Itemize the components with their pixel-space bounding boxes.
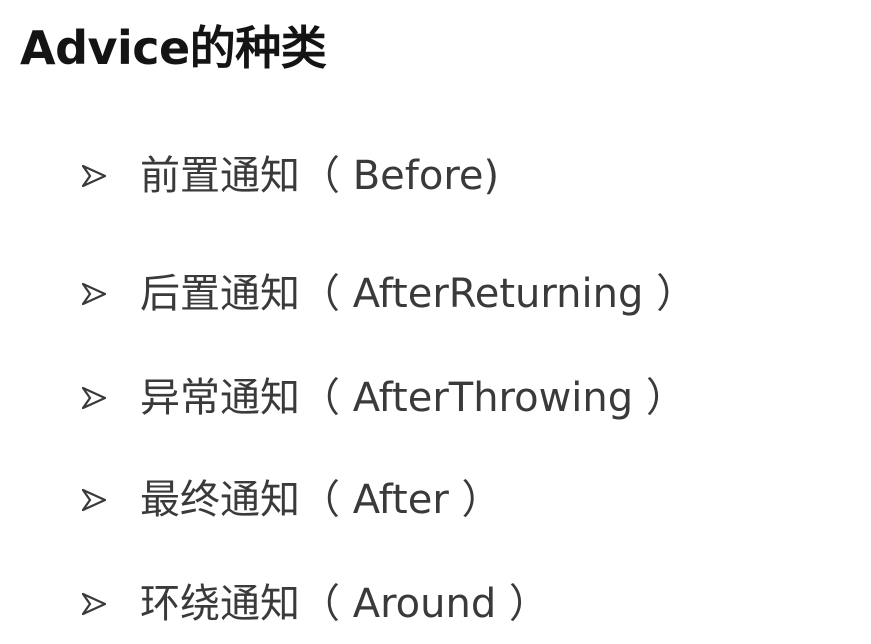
arrowhead-bullet-icon xyxy=(82,387,106,409)
arrowhead-bullet-icon xyxy=(82,489,106,511)
arrowhead-bullet-icon xyxy=(82,593,106,615)
list-item-label: 最终通知（ After ） xyxy=(140,477,502,523)
list-item-before: 前置通知（ Before) xyxy=(82,144,499,208)
list-item-label: 环绕通知（ Around ） xyxy=(140,581,549,627)
arrowhead-bullet-icon xyxy=(82,165,106,187)
list-item-after: 最终通知（ After ） xyxy=(82,468,501,532)
list-item-after-throwing: 异常通知（ AfterThrowing ） xyxy=(82,366,686,430)
page-title: Advice的种类 xyxy=(20,21,327,75)
list-item-label: 异常通知（ AfterThrowing ） xyxy=(140,375,686,421)
slide: Advice的种类 前置通知（ Before) 后置通知（ AfterRetur… xyxy=(0,0,871,644)
list-item-label: 后置通知（ AfterReturning ） xyxy=(140,271,697,317)
list-item-around: 环绕通知（ Around ） xyxy=(82,572,549,636)
list-item-after-returning: 后置通知（ AfterReturning ） xyxy=(82,262,696,326)
list-item-label: 前置通知（ Before) xyxy=(140,153,500,199)
arrowhead-bullet-icon xyxy=(82,283,106,305)
